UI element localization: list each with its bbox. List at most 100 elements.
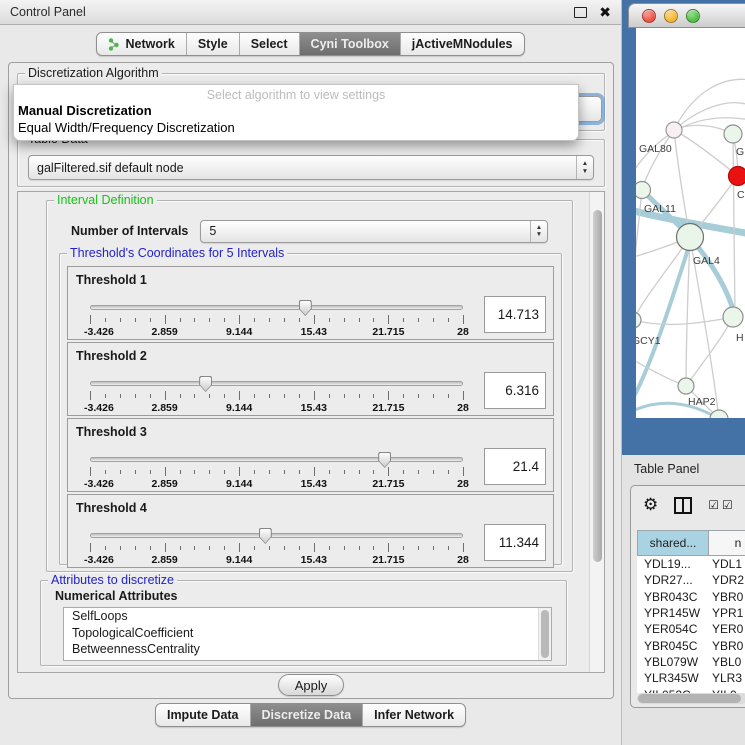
tab-jactivemnodules[interactable]: jActiveMNodules (401, 33, 524, 55)
tick-mark (120, 470, 121, 474)
zoom-light[interactable] (686, 9, 700, 23)
tick-mark (120, 394, 121, 398)
slider-thumb[interactable] (259, 528, 272, 544)
network-node[interactable] (636, 182, 651, 199)
tick-mark (150, 318, 151, 322)
slider-thumb[interactable] (299, 300, 312, 316)
network-canvas[interactable]: GAL80GCGAL11GAL4GCY1HHAP2 (636, 28, 745, 418)
tick-mark (224, 394, 225, 398)
list-scrollbar[interactable] (538, 608, 551, 660)
tab-select[interactable]: Select (240, 33, 300, 55)
tab-impute-data[interactable]: Impute Data (156, 704, 251, 726)
settings-scrollbar[interactable] (589, 192, 604, 672)
attribute-list-item[interactable]: TopologicalCoefficient (64, 625, 551, 642)
tab-style[interactable]: Style (187, 33, 240, 55)
tick-mark (165, 543, 166, 552)
table-row[interactable]: YLR345WYLR3 (637, 670, 745, 686)
table-row[interactable]: YPR145WYPR1 (637, 605, 745, 621)
tab-cyni-toolbox[interactable]: Cyni Toolbox (300, 33, 401, 55)
close-icon[interactable]: ✖ (599, 5, 611, 19)
settings-scrollbar-thumb[interactable] (593, 210, 602, 562)
threshold-slider[interactable]: -3.4262.8599.14415.4321.71528 (90, 303, 463, 337)
minimize-light[interactable] (664, 9, 678, 23)
tab-discretize-data[interactable]: Discretize Data (251, 704, 364, 726)
table-row[interactable]: YDL19...YDL1 (637, 556, 745, 572)
table-cell: YBR0 (708, 639, 745, 653)
table-row[interactable]: YER054CYER0 (637, 621, 745, 637)
network-node[interactable] (666, 122, 682, 138)
numerical-attributes-list[interactable]: SelfLoopsTopologicalCoefficientBetweenne… (63, 607, 552, 661)
attribute-list-item[interactable]: BetweennessCentrality (64, 641, 551, 658)
tick-mark (150, 470, 151, 474)
table-hscrollbar[interactable] (637, 693, 745, 704)
slider-track[interactable] (90, 457, 463, 462)
tick-mark (344, 470, 345, 474)
threshold-value-field[interactable]: 6.316 (484, 372, 546, 409)
network-node[interactable] (710, 410, 728, 418)
network-window-titlebar[interactable] (628, 3, 745, 28)
checkbox-icon[interactable] (708, 498, 719, 512)
slider-thumb[interactable] (199, 376, 212, 392)
checkbox-icons (708, 498, 733, 512)
network-node[interactable] (677, 224, 704, 251)
table-row[interactable]: YBL079WYBL0 (637, 654, 745, 670)
tick-mark (254, 318, 255, 322)
table-row[interactable]: YIL052CYIL0 (637, 686, 745, 693)
tick-label: 21.715 (372, 478, 404, 490)
network-node[interactable] (729, 167, 745, 186)
threshold-value-field[interactable]: 11.344 (484, 524, 546, 561)
table-data-combobox[interactable]: galFiltered.sif default node ▲▼ (28, 155, 594, 180)
network-node-label: GAL4 (693, 255, 720, 267)
threshold-slider[interactable]: -3.4262.8599.14415.4321.71528 (90, 455, 463, 489)
algorithm-option[interactable]: Equal Width/Frequency Discretization (14, 119, 578, 136)
network-node[interactable] (636, 312, 641, 328)
list-scrollbar-thumb[interactable] (541, 610, 549, 658)
slider-track[interactable] (90, 381, 463, 386)
tab-network[interactable]: Network (97, 33, 186, 55)
control-panel: Control Panel ✖ NetworkStyleSelectCyni T… (0, 0, 622, 745)
attributes-group: Attributes to discretize Numerical Attri… (40, 580, 567, 666)
table-column-header[interactable]: n (708, 530, 745, 556)
checkbox-icon[interactable] (722, 498, 733, 512)
network-node[interactable] (724, 125, 742, 143)
attribute-list-item[interactable]: SelfLoops (64, 608, 551, 625)
slider-thumb[interactable] (378, 452, 391, 468)
number-of-intervals-combobox[interactable]: 5 ▲▼ (200, 220, 548, 243)
threshold-slider[interactable]: -3.4262.8599.14415.4321.71528 (90, 531, 463, 565)
tab-infer-network[interactable]: Infer Network (363, 704, 465, 726)
table-column-header[interactable]: shared... (637, 530, 708, 556)
algorithm-option[interactable]: Manual Discretization (14, 102, 578, 119)
apply-button[interactable]: Apply (278, 674, 344, 696)
float-window-icon[interactable] (574, 7, 587, 18)
tick-mark (463, 543, 464, 552)
threshold-value-field[interactable]: 14.713 (484, 296, 546, 333)
table-row[interactable]: YBR045CYBR0 (637, 637, 745, 653)
table-row[interactable]: YDR27...YDR2 (637, 572, 745, 588)
tick-mark (224, 318, 225, 322)
network-node[interactable] (723, 307, 743, 327)
table-row[interactable]: YBR043CYBR0 (637, 589, 745, 605)
algorithm-options: Manual DiscretizationEqual Width/Frequen… (14, 102, 578, 136)
table-cell: YBR043C (637, 590, 708, 604)
node-table: shared...n YDL19...YDL1YDR27...YDR2YBR04… (637, 530, 745, 693)
tick-mark (239, 391, 240, 400)
tick-mark (359, 470, 360, 474)
tick-mark (254, 470, 255, 474)
threshold-value-field[interactable]: 21.4 (484, 448, 546, 485)
close-light[interactable] (642, 9, 656, 23)
slider-track[interactable] (90, 533, 463, 538)
tick-mark (314, 543, 315, 552)
tick-mark (344, 394, 345, 398)
tick-mark (329, 394, 330, 398)
network-node[interactable] (678, 378, 694, 394)
tick-label: 9.144 (226, 326, 252, 338)
tick-mark (150, 394, 151, 398)
gear-icon[interactable] (643, 495, 658, 515)
tick-mark (135, 546, 136, 550)
bottom-tab-group: Impute DataDiscretize DataInfer Network (155, 703, 466, 727)
threshold-slider[interactable]: -3.4262.8599.14415.4321.71528 (90, 379, 463, 413)
slider-track[interactable] (90, 305, 463, 310)
split-view-icon[interactable] (674, 497, 692, 514)
table-hscrollbar-thumb[interactable] (638, 694, 741, 703)
tick-mark (463, 467, 464, 476)
